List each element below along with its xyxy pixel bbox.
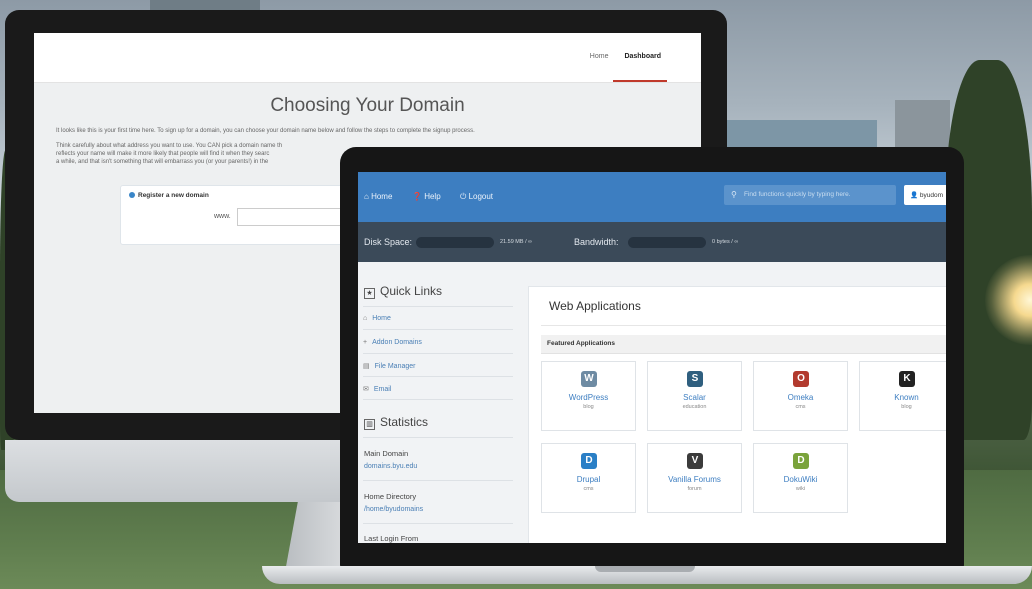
topnav-logout[interactable]: ⏻ Logout bbox=[460, 192, 493, 202]
cpanel-topbar: ⌂ Home ❓ Help ⏻ Logout ⚲ Find functions … bbox=[358, 172, 946, 222]
bandwidth-usage-value: 0 bytes / ∞ bbox=[712, 239, 739, 245]
email-icon: ✉ bbox=[363, 386, 369, 393]
topnav-help[interactable]: ❓ Help bbox=[412, 192, 441, 201]
app-name: Vanilla Forums bbox=[668, 475, 721, 484]
divider bbox=[541, 325, 946, 326]
vanilla-forums-icon: V bbox=[687, 453, 703, 469]
app-category: forum bbox=[687, 486, 702, 492]
user-menu-button[interactable]: 👤 byudom bbox=[904, 185, 946, 205]
wordpress-icon: W bbox=[581, 371, 597, 387]
quick-link-email[interactable]: ✉ Email bbox=[363, 385, 513, 400]
app-category: education bbox=[682, 404, 707, 410]
featured-applications-header: Featured Applications view bbox=[541, 335, 946, 354]
quick-link-label: Email bbox=[373, 386, 392, 393]
main-domain-label: Main Domain bbox=[364, 449, 409, 458]
help-icon: ❓ bbox=[412, 192, 425, 201]
logout-icon: ⏻ bbox=[460, 192, 469, 201]
nav-dashboard-link[interactable]: Dashboard bbox=[624, 53, 661, 60]
username: byudom bbox=[919, 192, 944, 199]
app-name: Scalar bbox=[683, 393, 706, 402]
page-title: Choosing Your Domain bbox=[270, 95, 465, 116]
quick-links-heading: ★ Quick Links bbox=[364, 284, 442, 299]
app-name: DokuWiki bbox=[783, 475, 818, 484]
home-directory-label: Home Directory bbox=[364, 492, 417, 501]
register-option-label: Register a new domain bbox=[138, 192, 209, 199]
divider bbox=[363, 480, 513, 481]
topnav-home[interactable]: ⌂ Home bbox=[364, 192, 392, 201]
radio-selected-icon[interactable] bbox=[129, 192, 135, 198]
disk-space-label: Disk Space: bbox=[364, 237, 413, 247]
app-category: cms bbox=[795, 404, 806, 410]
app-category: wiki bbox=[795, 486, 806, 492]
background-building-right bbox=[727, 120, 877, 150]
quick-links-title: Quick Links bbox=[380, 284, 443, 298]
search-input[interactable]: ⚲ Find functions quickly by typing here. bbox=[724, 185, 896, 205]
site-header: Home Dashboard bbox=[34, 33, 701, 83]
active-nav-indicator bbox=[613, 80, 667, 82]
main-domain-value: domains.byu.edu bbox=[364, 463, 418, 470]
home-directory-value: /home/byudomains bbox=[364, 506, 424, 513]
quick-link-label: Home bbox=[372, 315, 391, 322]
divider bbox=[363, 523, 513, 524]
quick-link-home[interactable]: ⌂ Home bbox=[363, 315, 513, 330]
divider bbox=[363, 306, 513, 307]
quick-link-label: Addon Domains bbox=[372, 339, 422, 346]
intro-text: It looks like this is your first time he… bbox=[56, 128, 475, 134]
user-icon: 👤 bbox=[910, 192, 920, 199]
topnav-logout-label: Logout bbox=[468, 192, 494, 201]
dokuwiki-icon: D bbox=[793, 453, 809, 469]
site-nav: Home Dashboard bbox=[576, 53, 661, 60]
search-placeholder: Find functions quickly by typing here. bbox=[744, 191, 851, 198]
drupal-icon: D bbox=[581, 453, 597, 469]
quick-link-label: File Manager bbox=[374, 363, 416, 370]
app-tile-dokuwiki[interactable]: D DokuWiki wiki bbox=[753, 443, 848, 513]
app-tile-scalar[interactable]: S Scalar education bbox=[647, 361, 742, 431]
disk-usage-value: 21.59 MB / ∞ bbox=[500, 239, 533, 245]
sidebar: ★ Quick Links ⌂ Home + Addon Domains ▤ File … bbox=[358, 262, 518, 543]
chart-icon: ▥ bbox=[364, 419, 375, 430]
topnav-home-label: Home bbox=[371, 192, 393, 201]
divider bbox=[363, 437, 513, 438]
statistics-heading: ▥ Statistics bbox=[364, 415, 428, 430]
web-applications-title: Web Applications bbox=[549, 299, 641, 313]
file-icon: ▤ bbox=[363, 363, 370, 370]
app-category: cms bbox=[583, 486, 594, 492]
quick-link-addon-domains[interactable]: + Addon Domains bbox=[363, 339, 513, 354]
laptop-notch bbox=[595, 566, 695, 572]
web-applications-panel: Web Applications Featured Applications v… bbox=[528, 286, 946, 543]
usage-stats-bar: Disk Space: 21.59 MB / ∞ Bandwidth: 0 by… bbox=[358, 222, 946, 262]
app-name: WordPress bbox=[568, 393, 609, 402]
known-icon: K bbox=[899, 371, 915, 387]
star-icon: ★ bbox=[364, 288, 375, 299]
quick-link-file-manager[interactable]: ▤ File Manager bbox=[363, 362, 513, 377]
app-name: Drupal bbox=[576, 475, 601, 484]
nav-home-link[interactable]: Home bbox=[590, 53, 609, 60]
last-login-label: Last Login From bbox=[364, 534, 419, 543]
app-tile-vanilla-forums[interactable]: V Vanilla Forums forum bbox=[647, 443, 742, 513]
bandwidth-label: Bandwidth: bbox=[574, 237, 619, 247]
featured-applications-label: Featured Applications bbox=[547, 340, 616, 347]
app-category: blog bbox=[583, 404, 594, 410]
app-tile-wordpress[interactable]: W WordPress blog bbox=[541, 361, 636, 431]
app-tile-known[interactable]: K Known blog bbox=[859, 361, 946, 431]
www-label: www. bbox=[214, 213, 231, 220]
search-icon: ⚲ bbox=[731, 190, 737, 199]
omeka-icon: O bbox=[793, 371, 809, 387]
bandwidth-usage-bar bbox=[628, 237, 706, 248]
home-icon: ⌂ bbox=[364, 192, 372, 201]
app-tile-omeka[interactable]: O Omeka cms bbox=[753, 361, 848, 431]
scalar-icon: S bbox=[687, 371, 703, 387]
home-icon: ⌂ bbox=[363, 315, 368, 322]
disk-usage-bar bbox=[416, 237, 494, 248]
app-tile-drupal[interactable]: D Drupal cms bbox=[541, 443, 636, 513]
register-option[interactable]: Register a new domain bbox=[129, 192, 209, 199]
app-name: Omeka bbox=[787, 393, 814, 402]
app-name: Known bbox=[894, 393, 919, 402]
plus-icon: + bbox=[363, 339, 368, 346]
statistics-title: Statistics bbox=[380, 415, 429, 429]
topnav-help-label: Help bbox=[424, 192, 441, 201]
laptop-screen: ⌂ Home ❓ Help ⏻ Logout ⚲ Find functions … bbox=[358, 172, 946, 543]
app-category: blog bbox=[901, 404, 912, 410]
